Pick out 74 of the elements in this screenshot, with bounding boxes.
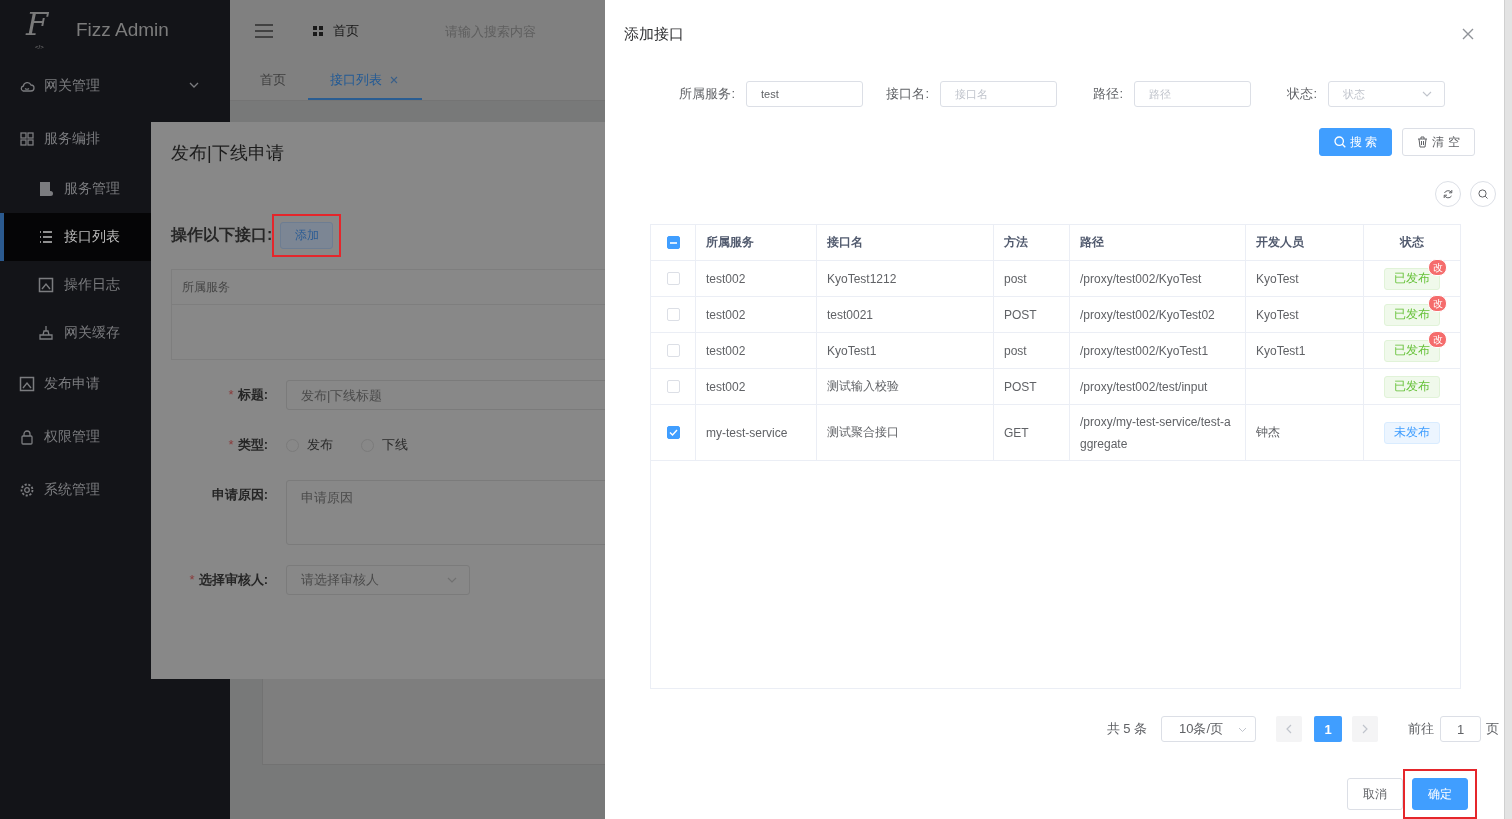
filter-label: 接口名: [885,85,929,103]
table-cell: KyoTest1 [827,343,877,358]
field-label: 标题: [237,387,268,402]
table-cell: test002 [706,271,746,286]
table-cell: KyoTest1212 [827,271,897,286]
sidebar-item[interactable]: 网关管理 [0,59,230,112]
required-mark: * [228,437,234,452]
table-cell: POST [1004,379,1037,394]
badge: 改 [1428,330,1447,348]
page-suffix: 页 [1486,720,1499,738]
filter-field[interactable]: 路径 [1134,81,1251,107]
sidebar-item[interactable]: 网关缓存 [0,309,230,357]
table-cell: test002 [706,343,746,358]
radio-label[interactable]: 下线 [382,430,408,460]
status-tag: 未发布 [1384,421,1440,444]
confirm-button[interactable]: 确定 [1412,778,1468,810]
tab[interactable]: 首页 [250,62,308,100]
table-cell: test0021 [827,307,874,322]
table-cell-text: /proxy/my-test-service/test-aggregate [1080,413,1232,453]
column-header: 所属服务 [706,234,754,251]
goto-label: 前往 [1408,720,1434,738]
table-cell-text: /proxy/test002/KyoTest [1080,270,1202,288]
page-button[interactable]: 1 [1314,716,1342,742]
filter-field[interactable]: test [746,81,863,107]
drawer-title: 添加接口 [624,24,684,44]
page-jump-field[interactable]: 1 [1440,716,1481,742]
app-name: Fizz Admin [76,18,169,41]
column-header: 开发人员 [1256,234,1304,251]
sidebar-item[interactable]: 发布申请 [0,357,230,410]
field-label: 申请原因: [211,487,268,502]
table-cell: 测试聚合接口 [827,424,899,441]
table-cell: GET [1004,425,1029,440]
filter-label: 状态: [1286,85,1317,103]
table-cell: KyoTest [1256,307,1299,322]
table-cell-text: /proxy/test002/test/input [1080,378,1208,396]
sidebar-item[interactable]: 服务管理 [0,165,230,213]
breadcrumb-link[interactable]: 首页 [333,22,359,40]
badge: 改 [1428,258,1447,276]
total-count: 共 5 条 [1106,720,1147,738]
search-button[interactable]: 搜 索 [1319,128,1392,156]
table-cell: KyoTest1 [1256,343,1306,358]
column-header: 方法 [1004,234,1028,251]
dialog-title: 发布|下线申请 [171,142,285,164]
table-cell: 测试输入校验 [827,378,899,395]
table-cell: test002 [706,307,746,322]
clear-button[interactable]: 清 空 [1402,128,1475,156]
cancel-button[interactable]: 取消 [1347,778,1403,810]
filter-label: 所属服务: [678,85,735,103]
radio-label[interactable]: 发布 [307,430,333,460]
table-cell: KyoTest [1256,271,1299,286]
column-header: 路径 [1080,234,1104,251]
reviewer-select[interactable]: 请选择审核人 [286,565,470,595]
page-size-select[interactable]: 10条/页 [1161,716,1256,742]
table-cell: POST [1004,307,1037,322]
logo-letter: F [26,7,49,41]
badge: 改 [1428,294,1447,312]
table-cell: post [1004,271,1027,286]
table-cell-text: /proxy/test002/KyoTest1 [1080,342,1209,360]
field-label: 选择审核人: [198,572,268,587]
column-header: 状态 [1400,234,1424,251]
required-mark: * [228,387,234,402]
status-tag: 已发布 [1384,375,1440,398]
column-header: 接口名 [827,234,863,251]
field-label: 类型: [237,437,268,452]
filter-label: 路径: [1092,85,1123,103]
table-cell: post [1004,343,1027,358]
required-mark: * [189,572,195,587]
column-header: 所属服务 [182,278,230,296]
table-cell-text: /proxy/test002/KyoTest02 [1080,306,1215,324]
table-cell: my-test-service [706,425,788,440]
sidebar-item[interactable]: 权限管理 [0,410,230,463]
table-cell: 钟杰 [1256,424,1280,441]
table-cell: test002 [706,379,746,394]
filter-field[interactable]: 接口名 [940,81,1057,107]
